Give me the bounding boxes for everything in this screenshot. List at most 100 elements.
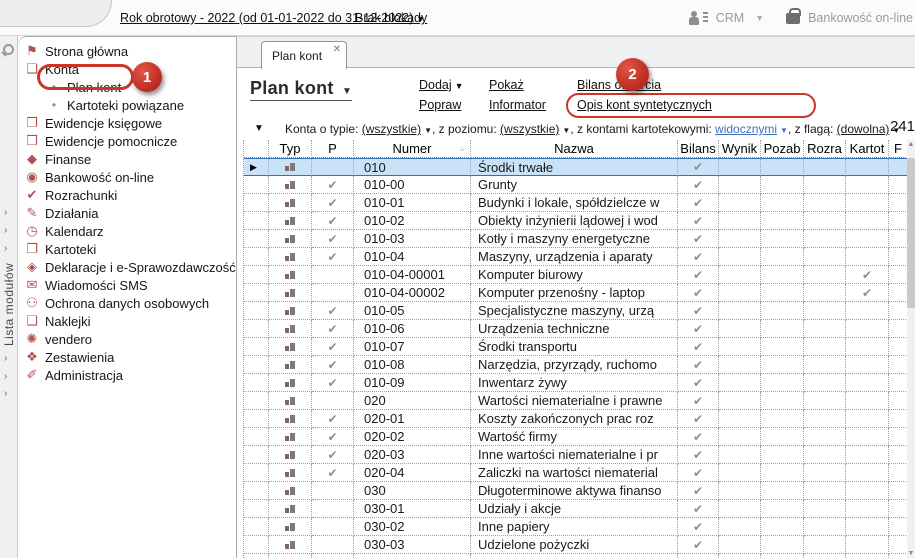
sidebar-item-działania[interactable]: ✎ Działania (18, 204, 236, 222)
vertical-scrollbar[interactable]: ▲ ▼ (907, 140, 915, 558)
table-row[interactable]: 030-03 Udzielone pożyczki ✔ (244, 536, 907, 554)
chevron-right-icon[interactable]: › (4, 226, 7, 236)
column-header-rozra[interactable]: Rozra (804, 140, 846, 158)
numer-cell: 020 (354, 392, 471, 410)
filter-funnel-icon[interactable]: ▼ (254, 123, 264, 134)
kartot-cell (846, 212, 889, 230)
account-type-filter[interactable]: (wszystkie) ▼ (362, 122, 432, 136)
scrollbar-thumb[interactable] (907, 158, 915, 308)
card-accounts-filter[interactable]: widocznymi ▼ (715, 122, 788, 136)
sidebar-item-kartoteki-powiązane[interactable]: • Kartoteki powiązane (18, 96, 236, 114)
sidebar-item-kalendarz[interactable]: ◷ Kalendarz (18, 222, 236, 240)
f-cell (889, 446, 907, 464)
column-header-pozab[interactable]: Pozab (761, 140, 804, 158)
table-row[interactable]: 020 Wartości niematerialne i prawne ✔ (244, 392, 907, 410)
column-header-p[interactable]: P (312, 140, 354, 158)
column-header-bilans[interactable]: Bilans (678, 140, 719, 158)
bilans-cell: ✔ (678, 536, 719, 554)
lock-status-link[interactable]: Brak blokady (355, 11, 427, 25)
check-icon: ✔ (327, 231, 338, 246)
table-row[interactable]: 030-01 Udziały i akcje ✔ (244, 500, 907, 518)
sidebar-item-wiadomości-sms[interactable]: ✉ Wiadomości SMS (18, 276, 236, 294)
table-row[interactable]: 010-04-00001 Komputer biurowy ✔ ✔ (244, 266, 907, 284)
f-cell (889, 338, 907, 356)
sidebar-item-zestawienia[interactable]: ❖ Zestawienia (18, 348, 236, 366)
sidebar-item-kartoteki[interactable]: ❐ Kartoteki (18, 240, 236, 258)
tab-plan-kont[interactable]: Plan kont ✕ (261, 41, 348, 69)
column-header-numer[interactable]: Numer ▵ (354, 140, 471, 158)
online-banking-button[interactable]: Bankowość on-line (808, 11, 913, 25)
close-icon[interactable]: ✕ (333, 45, 341, 55)
check-icon: ✔ (861, 285, 873, 300)
column-header-wynik[interactable]: Wynik (719, 140, 761, 158)
chevron-down-icon[interactable]: ▼ (755, 13, 764, 23)
bilans-cell: ✔ (678, 464, 719, 482)
typ-cell (269, 554, 312, 558)
chevron-right-icon[interactable]: › (4, 244, 7, 254)
table-row[interactable]: ✔ 010-00 Grunty ✔ (244, 176, 907, 194)
column-header-typ[interactable]: Typ (269, 140, 312, 158)
bilans-cell: ✔ (678, 320, 719, 338)
table-row[interactable]: ✔ 010-03 Kotły i maszyny energetyczne ✔ (244, 230, 907, 248)
sidebar-item-strona-główna[interactable]: ⚑ Strona główna (18, 42, 236, 60)
table-row[interactable]: ✔ 010-01 Budynki i lokale, spółdzielcze w ✔ (244, 194, 907, 212)
chevron-right-icon[interactable]: › (4, 372, 7, 382)
table-row[interactable]: ✔ 010-06 Urządzenia techniczne ✔ (244, 320, 907, 338)
sidebar-item-ewidencje-pomocnicze[interactable]: ❒ Ewidencje pomocnicze (18, 132, 236, 150)
bilans-cell: ✔ (678, 176, 719, 194)
crm-button[interactable]: CRM (716, 11, 744, 25)
wynik-cell (719, 338, 761, 356)
sidebar-item-deklaracje-i-e-sprawozdawczość[interactable]: ◈ Deklaracje i e-Sprawozdawczość (18, 258, 236, 276)
table-row[interactable]: 010-04-00002 Komputer przenośny - laptop ✔… (244, 284, 907, 302)
table-row[interactable]: ✔ 020-01 Koszty zakończonych prac roz ✔ (244, 410, 907, 428)
column-header-nazwa[interactable]: Nazwa (471, 140, 678, 158)
sidebar-item-ochrona-danych-osobowych[interactable]: ⚇ Ochrona danych osobowych (18, 294, 236, 312)
informer-button[interactable]: Informator (489, 98, 546, 112)
table-row[interactable]: ✔ 010-02 Obiekty inżynierii lądowej i wod ✔ (244, 212, 907, 230)
sidebar-item-naklejki[interactable]: ❑ Naklejki (18, 312, 236, 330)
sidebar-item-administracja[interactable]: ✐ Administracja (18, 366, 236, 384)
add-button[interactable]: Dodaj ▼ (419, 78, 464, 92)
column-header-kartot[interactable]: Kartot (846, 140, 889, 158)
table-row[interactable]: ✔ 020-04 Zaliczki na wartości niematerial ✔ (244, 464, 907, 482)
opening-balance-button[interactable]: Bilans otwarcia (577, 78, 712, 92)
synthetic-accounts-description-button[interactable]: Opis kont syntetycznych (577, 98, 712, 112)
table-row[interactable]: ▶ 010 Środki trwałe ✔ (244, 158, 907, 176)
table-row[interactable]: ✔ 010-08 Narzędzia, przyrządy, ruchomo ✔ (244, 356, 907, 374)
table-row[interactable]: ✔ 010-09 Inwentarz żywy ✔ (244, 374, 907, 392)
scroll-up-icon[interactable]: ▲ (907, 141, 915, 148)
sidebar-item-konta[interactable]: ❏ Konta (18, 60, 236, 78)
table-row[interactable]: ✔ 020-02 Wartość firmy ✔ (244, 428, 907, 446)
table-row[interactable]: ✔ 010-04 Maszyny, urządzenia i aparaty ✔ (244, 248, 907, 266)
account-type-icon (284, 162, 296, 172)
sidebar-item-finanse[interactable]: ◆ Finanse (18, 150, 236, 168)
show-button[interactable]: Pokaż (489, 78, 546, 92)
rozra-cell (804, 158, 846, 176)
sidebar-item-rozrachunki[interactable]: ✔ Rozrachunki (18, 186, 236, 204)
sidebar-item-bankowość-on-line[interactable]: ◉ Bankowość on-line (18, 168, 236, 186)
table-row[interactable]: 030-04In✔ (244, 554, 907, 558)
sidebar-item-plan-kont[interactable]: • Plan kont (18, 78, 236, 96)
table-row[interactable]: 030 Długoterminowe aktywa finanso ✔ (244, 482, 907, 500)
table-row[interactable]: 030-02 Inne papiery ✔ (244, 518, 907, 536)
account-type-icon (284, 234, 296, 244)
column-header-f[interactable]: F (889, 140, 907, 158)
sidebar-item-ewidencje-księgowe[interactable]: ❒ Ewidencje księgowe (18, 114, 236, 132)
magnifier-icon[interactable] (3, 44, 14, 55)
table-row[interactable]: ✔ 010-07 Środki transportu ✔ (244, 338, 907, 356)
chevron-right-icon[interactable]: › (4, 208, 7, 218)
chevron-right-icon[interactable]: › (4, 354, 7, 364)
table-row[interactable]: ✔ 010-05 Specjalistyczne maszyny, urzą ✔ (244, 302, 907, 320)
rozra-cell (804, 446, 846, 464)
scroll-down-icon[interactable]: ▼ (907, 550, 915, 557)
page-title-dropdown[interactable]: Plan kont ▼ (250, 78, 353, 101)
sidebar-item-vendero[interactable]: ✺ vendero (18, 330, 236, 348)
check-icon: ✔ (692, 231, 704, 246)
check-icon: ✔ (327, 321, 338, 336)
table-row[interactable]: ✔ 020-03 Inne wartości niematerialne i pr ✔ (244, 446, 907, 464)
account-type-icon (284, 216, 296, 226)
edit-button[interactable]: Popraw (419, 98, 464, 112)
level-filter[interactable]: (wszystkie) ▼ (500, 122, 570, 136)
chevron-right-icon[interactable]: › (4, 389, 7, 399)
f-cell (889, 410, 907, 428)
